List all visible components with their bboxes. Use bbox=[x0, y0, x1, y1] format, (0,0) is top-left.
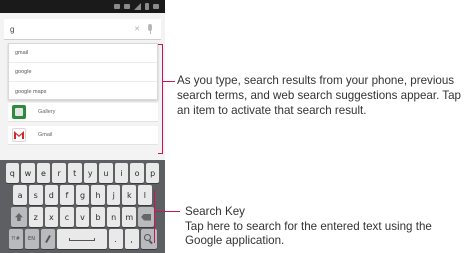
gmail-icon bbox=[12, 128, 26, 142]
key-o[interactable]: o bbox=[130, 163, 144, 183]
microphone-icon[interactable] bbox=[143, 22, 157, 36]
tools-key[interactable] bbox=[40, 229, 55, 249]
key-e[interactable]: e bbox=[36, 163, 51, 183]
shift-icon bbox=[14, 213, 23, 221]
key-r[interactable]: r bbox=[52, 163, 66, 183]
search-key-bracket bbox=[154, 190, 155, 243]
search-bar[interactable]: g ✕ bbox=[4, 19, 161, 40]
suggestion-item[interactable]: google bbox=[9, 63, 157, 82]
suggestion-item[interactable]: gmail bbox=[9, 44, 157, 63]
key-y[interactable]: y bbox=[83, 163, 98, 183]
key-n[interactable]: n bbox=[106, 207, 121, 227]
signal-icon bbox=[134, 3, 141, 10]
results-leader-line bbox=[163, 81, 175, 82]
key-f[interactable]: f bbox=[60, 185, 74, 205]
key-c[interactable]: c bbox=[60, 207, 74, 227]
suggestion-list: gmail google google maps bbox=[8, 43, 158, 100]
battery-icon bbox=[145, 3, 149, 10]
status-bar bbox=[0, 0, 165, 13]
key-h[interactable]: h bbox=[91, 185, 105, 205]
symbols-key[interactable]: ?!# bbox=[8, 229, 23, 249]
results-caption: As you type, search results from your ph… bbox=[177, 74, 462, 117]
notification-icon bbox=[114, 4, 120, 9]
app-result-gallery[interactable]: Gallery bbox=[8, 103, 158, 122]
search-icon bbox=[143, 234, 154, 244]
search-key-description: Tap here to search for the entered text … bbox=[185, 220, 432, 247]
key-b[interactable]: b bbox=[91, 207, 105, 227]
key-v[interactable]: v bbox=[75, 207, 90, 227]
app-label: Gallery bbox=[38, 109, 56, 115]
search-input[interactable]: g bbox=[4, 25, 131, 34]
pen-icon bbox=[44, 235, 51, 243]
keyboard: q w e r t y u i o p a s d f g h j k l z … bbox=[0, 160, 165, 253]
period-key[interactable]: . bbox=[108, 229, 123, 249]
shift-key[interactable] bbox=[10, 207, 27, 227]
key-d[interactable]: d bbox=[44, 185, 59, 205]
search-key-title: Search Key bbox=[185, 205, 245, 218]
space-key[interactable] bbox=[56, 229, 107, 249]
results-bracket bbox=[158, 44, 163, 154]
key-k[interactable]: k bbox=[122, 185, 137, 205]
key-g[interactable]: g bbox=[75, 185, 90, 205]
language-key[interactable]: EN bbox=[24, 229, 39, 249]
key-a[interactable]: a bbox=[13, 185, 27, 205]
wifi-icon bbox=[124, 4, 130, 9]
key-t[interactable]: t bbox=[67, 163, 82, 183]
app-label: Gmail bbox=[38, 132, 53, 138]
comma-key[interactable]: , bbox=[124, 229, 139, 249]
key-x[interactable]: x bbox=[44, 207, 59, 227]
search-key-leader-line bbox=[154, 211, 180, 212]
gallery-icon bbox=[12, 105, 26, 119]
space-icon bbox=[68, 237, 95, 241]
suggestion-item[interactable]: google maps bbox=[9, 82, 157, 101]
key-u[interactable]: u bbox=[99, 163, 113, 183]
key-j[interactable]: j bbox=[106, 185, 121, 205]
app-result-gmail[interactable]: Gmail bbox=[8, 126, 158, 145]
clear-icon[interactable]: ✕ bbox=[131, 25, 143, 33]
phone-screen: g ✕ gmail google google maps Gallery Gma… bbox=[0, 0, 165, 253]
key-w[interactable]: w bbox=[21, 163, 35, 183]
key-m[interactable]: m bbox=[122, 207, 137, 227]
key-p[interactable]: p bbox=[145, 163, 160, 183]
key-s[interactable]: s bbox=[28, 185, 43, 205]
clock-icon bbox=[153, 4, 159, 9]
delete-key[interactable] bbox=[138, 207, 155, 227]
key-l[interactable]: l bbox=[138, 185, 152, 205]
backspace-icon bbox=[141, 213, 152, 221]
key-q[interactable]: q bbox=[5, 163, 20, 183]
key-z[interactable]: z bbox=[28, 207, 43, 227]
key-i[interactable]: i bbox=[114, 163, 129, 183]
